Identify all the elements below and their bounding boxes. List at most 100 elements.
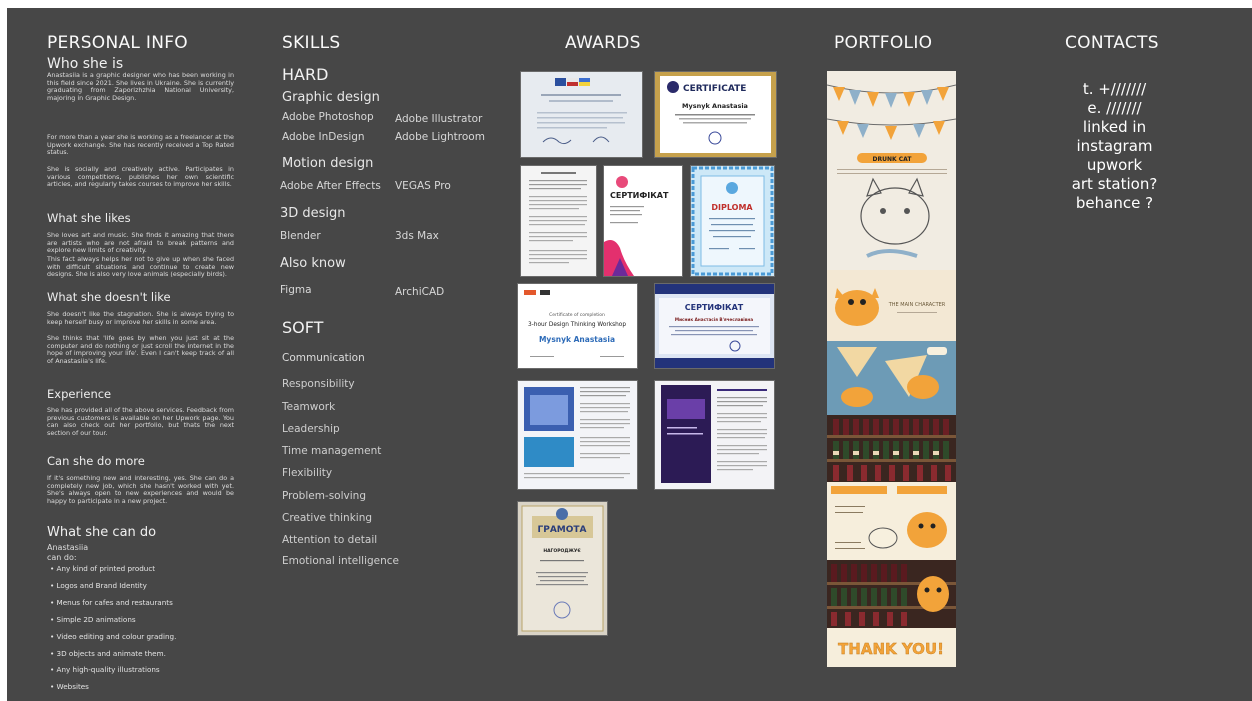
contact-upwork-link[interactable]: upwork [1037, 156, 1192, 175]
contacts-title: CONTACTS [1065, 33, 1159, 53]
award-certificate-gold[interactable]: CERTIFICATE Mysnyk Anastasia [654, 71, 777, 158]
sertifikat-word: СЕРТИФІКАТ [610, 191, 669, 200]
gramota-word: ГРАМОТА [537, 525, 586, 535]
contact-instagram-link[interactable]: instagram [1037, 137, 1192, 156]
skill-item: ArchiCAD [395, 286, 445, 298]
what-she-doesnt-like-title: What she doesn't like [47, 290, 171, 304]
award-document-graphic: СЕРТИФІКАТ [604, 176, 669, 276]
dislikes-paragraph-1: She doesn't like the stagnation. She is … [47, 310, 234, 326]
portfolio-wine-shelf-1[interactable] [827, 415, 956, 482]
list-item: • Video editing and colour grading. [50, 632, 177, 641]
award-certificate-eu[interactable] [520, 71, 643, 158]
soft-skills-title: SOFT [282, 318, 324, 337]
list-item: • Logos and Brand Identity [50, 581, 147, 590]
skill-item: Adobe Illustrator [395, 113, 483, 125]
can-she-do-more-title: Can she do more [47, 454, 145, 468]
graphic-design-title: Graphic design [282, 90, 380, 105]
list-item: • Menus for cafes and restaurants [50, 598, 173, 607]
skill-item: Figma [280, 284, 312, 296]
portfolio-thank-you[interactable]: THANK YOU! [827, 628, 956, 667]
who-she-is-title: Who she is [47, 56, 124, 72]
soft-skill-item: Leadership [282, 423, 340, 435]
skill-item: 3ds Max [395, 230, 439, 242]
skills-title: SKILLS [282, 33, 341, 53]
portfolio-wine-shelf-2[interactable] [827, 560, 956, 628]
conference-name: Мисник Анастасія В'ячеславівна [675, 317, 753, 322]
soft-skill-item: Flexibility [282, 467, 333, 479]
3d-design-title: 3D design [280, 206, 346, 221]
award-article-page-1[interactable] [517, 380, 638, 490]
contact-linkedin-link[interactable]: linked in [1037, 118, 1192, 137]
award-document-graphic: CERTIFICATE Mysnyk Anastasia [655, 72, 776, 157]
who-she-is-paragraph-1: Anastasiia is a graphic designer who has… [47, 71, 234, 102]
dislikes-paragraph-2: She thinks that 'life goes by when you j… [47, 334, 234, 365]
skill-item: Adobe After Effects [280, 180, 381, 192]
who-she-is-paragraph-3: She is socially and creatively active. P… [47, 165, 234, 189]
list-item: • Simple 2D animations [50, 615, 136, 624]
main-character-label: THE MAIN CHARACTER [888, 302, 946, 308]
skill-item: Blender [280, 230, 321, 242]
workshop-caption: Certificate of completion [549, 312, 605, 318]
personal-info-title: PERSONAL INFO [47, 33, 188, 53]
award-diploma[interactable]: DIPLOMA [690, 165, 775, 277]
award-document-graphic: Certificate of completion 3-hour Design … [524, 290, 626, 357]
portfolio-illustration [831, 486, 947, 549]
workshop-title: 3-hour Design Thinking Workshop [528, 322, 626, 328]
contact-phone[interactable]: t. +/////// [1037, 80, 1192, 99]
soft-skill-item: Attention to detail [282, 534, 378, 546]
portfolio-drunk-cat-poster[interactable]: DRUNK CAT [827, 71, 956, 270]
motion-design-title: Motion design [282, 156, 374, 171]
skill-item: Adobe Lightroom [395, 131, 485, 143]
hard-skills-title: HARD [282, 65, 329, 84]
award-document-graphic [529, 172, 587, 264]
who-she-is-paragraph-2: For more than a year she is working as a… [47, 133, 234, 157]
diploma-word: DIPLOMA [711, 203, 753, 212]
skill-item: VEGAS Pro [395, 180, 451, 192]
contact-artstation-link[interactable]: art station? [1037, 175, 1192, 194]
likes-paragraph-2: This fact always helps her not to give u… [47, 255, 234, 279]
contact-behance-link[interactable]: behance ? [1037, 194, 1192, 213]
drunk-cat-label: DRUNK CAT [873, 156, 913, 163]
award-document-graphic [537, 78, 627, 145]
contact-email[interactable]: e. /////// [1037, 99, 1192, 118]
soft-skill-item: Problem-solving [282, 490, 366, 502]
list-item: • 3D objects and animate them. [50, 649, 166, 658]
portfolio-cat-banner[interactable] [827, 341, 956, 415]
award-gramota[interactable]: ГРАМОТА НАГОРОДЖУЄ [517, 501, 608, 636]
portfolio-illustration [827, 419, 956, 481]
experience-title: Experience [47, 387, 112, 401]
conference-sertifikat-word: СЕРТИФІКАТ [685, 303, 744, 312]
award-workshop-certificate[interactable]: Certificate of completion 3-hour Design … [517, 283, 638, 369]
list-item: • Any high-quality illustrations [50, 665, 160, 674]
skill-item: Adobe InDesign [282, 131, 365, 143]
list-item: • Websites [50, 682, 89, 691]
portfolio-illustration: THANK YOU! [838, 640, 944, 658]
soft-skill-item: Communication [282, 352, 365, 364]
skill-item: Adobe Photoshop [282, 111, 374, 123]
soft-skill-item: Emotional intelligence [282, 555, 400, 567]
portfolio-illustration: THE MAIN CHARACTER [835, 288, 946, 326]
award-sertifikat[interactable]: СЕРТИФІКАТ [603, 165, 683, 277]
portfolio-title: PORTFOLIO [834, 33, 933, 53]
portfolio-cat-menu[interactable] [827, 482, 956, 560]
also-know-title: Also know [280, 256, 346, 271]
soft-skill-item: Creative thinking [282, 512, 373, 524]
award-document-graphic: СЕРТИФІКАТ Мисник Анастасія В'ячеславівн… [655, 284, 774, 368]
award-conference-sertifikat[interactable]: СЕРТИФІКАТ Мисник Анастасія В'ячеславівн… [654, 283, 775, 369]
portfolio-illustration [827, 564, 956, 626]
can-she-do-more-paragraph: If it's something new and interesting, y… [47, 474, 234, 505]
awards-title: AWARDS [565, 33, 641, 53]
thank-you-label: THANK YOU! [838, 640, 944, 658]
certificate-name: Mysnyk Anastasia [682, 102, 748, 110]
certificate-word: CERTIFICATE [683, 84, 746, 94]
soft-skill-item: Time management [282, 445, 382, 457]
portfolio-illustration: DRUNK CAT [827, 84, 956, 258]
can-do-subtitle: Anastasiia can do: [47, 543, 89, 562]
portfolio-illustration [837, 347, 947, 407]
award-article-page-2[interactable] [654, 380, 775, 490]
portfolio-main-character[interactable]: THE MAIN CHARACTER [827, 270, 956, 341]
portfolio-board: PERSONAL INFO Who she is Anastasiia is a… [7, 8, 1252, 701]
experience-paragraph: She has provided all of the above servic… [47, 406, 234, 437]
gramota-subtitle: НАГОРОДЖУЄ [543, 548, 581, 554]
award-document-article[interactable] [520, 165, 597, 277]
